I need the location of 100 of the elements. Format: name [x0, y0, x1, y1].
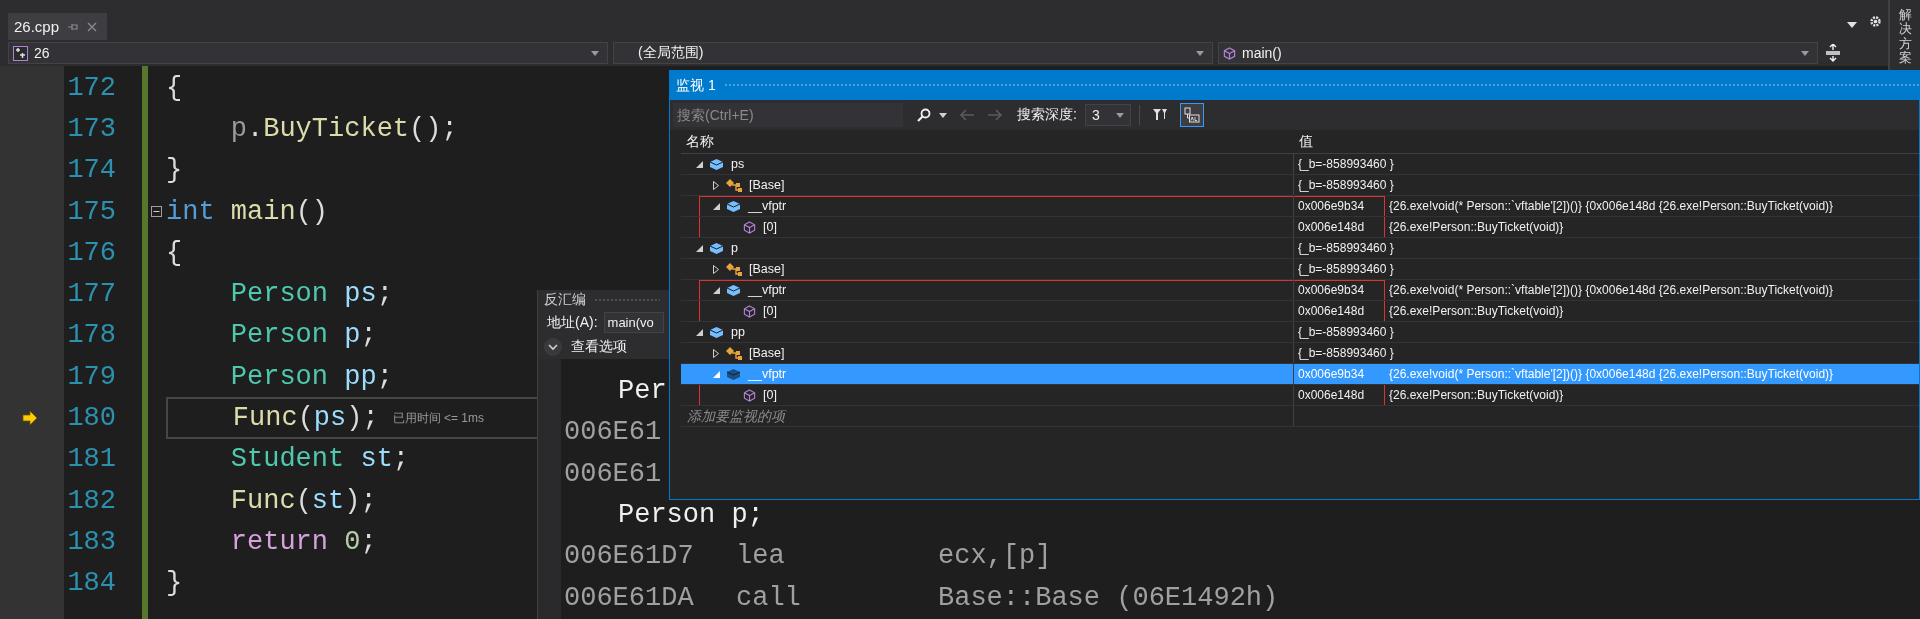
watch-name: __vfptr: [748, 367, 787, 381]
code-line: }: [166, 568, 183, 599]
watch-address: 0x006e9b34: [1298, 199, 1366, 213]
code-line: }: [166, 155, 183, 186]
code-line: p.BuyTicket();: [229, 113, 458, 144]
watch-row[interactable]: __vfptr 0x006e9b34 {26.exe!void(* Person::`vftable'[2])()} {0x006e148d {26.exe!Person::BuyTicket(void)}: [681, 196, 1919, 217]
watch-value: {26.exe!void(* Person::`vftable'[2])()} {0x006e148d {26.exe!Person::BuyTicket(void)}: [1389, 199, 1834, 213]
watch-address: 0x006e9b34: [1298, 283, 1366, 297]
instruction-operand: Base::Base (06E1492h): [938, 584, 1279, 612]
instruction-mnemonic: call: [736, 584, 802, 612]
line-number: 183: [66, 526, 116, 557]
caret-icon: [1196, 50, 1204, 56]
scope-dropdown[interactable]: 26: [8, 42, 608, 64]
watch-value: {_b=-858993460 }: [1298, 241, 1394, 255]
address-field[interactable]: main(vo: [603, 312, 664, 334]
watch-name: [Base]: [749, 262, 785, 276]
add-watch-field[interactable]: 添加要监视的项: [687, 408, 987, 424]
code-line: int main(): [166, 196, 329, 227]
dropdown-arrow-icon[interactable]: [1847, 22, 1857, 28]
watch-address: 0x006e148d: [1298, 388, 1366, 402]
watch-row[interactable]: [Base] {_b=-858993460 }: [681, 175, 1919, 196]
perf-tip[interactable]: 已用时间 <= 1ms: [392, 409, 484, 427]
source-line: Person p;: [617, 502, 764, 529]
watch-name: [0]: [763, 220, 777, 234]
watch-name: __vfptr: [748, 283, 787, 297]
drag-grip[interactable]: [723, 83, 1919, 88]
cube-icon: [709, 241, 724, 255]
close-icon[interactable]: [87, 21, 98, 32]
scope-dropdown[interactable]: main(): [1218, 42, 1818, 64]
collapsed-icon[interactable]: [713, 180, 719, 190]
code-line: {: [166, 237, 183, 268]
column-header[interactable]: 值: [1294, 132, 1313, 151]
watch-row[interactable]: __vfptr 0x006e9b34 {26.exe!void(* Person::`vftable'[2])()} {0x006e148d {26.exe!Person::BuyTicket(void)}: [681, 280, 1919, 301]
line-number: 176: [66, 237, 116, 268]
code-line: {: [166, 72, 183, 103]
watch-value: {26.exe!Person::BuyTicket(void)}: [1389, 220, 1564, 234]
class-hierarchy-icon: [726, 177, 742, 193]
code-line: Func(st);: [229, 485, 377, 516]
watch-row[interactable]: [0] 0x006e148d {26.exe!Person::BuyTicket(void)}: [681, 385, 1919, 406]
solution-explorer-tab[interactable]: 解决方案: [1898, 8, 1912, 66]
line-number: 181: [66, 444, 116, 475]
watch-value: {_b=-858993460 }: [1298, 157, 1394, 171]
format-toggle-button[interactable]: [1179, 103, 1204, 127]
format-icon: [1183, 107, 1200, 123]
watch-row[interactable]: pp {_b=-858993460 }: [681, 322, 1919, 343]
settings-icon[interactable]: [1869, 15, 1882, 28]
source-line: Per: [617, 377, 667, 405]
code-line: Func(ps);: [231, 403, 379, 433]
caret-icon: [1801, 50, 1809, 56]
watch-name: [Base]: [749, 178, 785, 192]
pin-icon[interactable]: [67, 21, 80, 32]
search-field[interactable]: 搜索(Ctrl+E): [673, 103, 903, 127]
watch-value: {26.exe!Person::BuyTicket(void)}: [1389, 388, 1564, 402]
cube-icon: [726, 199, 741, 213]
watch-address: 0x006e148d: [1298, 220, 1366, 234]
watch-row[interactable]: ps {_b=-858993460 }: [681, 154, 1919, 175]
scope-dropdown[interactable]: (全局范围): [613, 42, 1213, 64]
instruction-address: 006E61: [563, 419, 663, 447]
code-line: Student st;: [229, 444, 410, 475]
caret-icon[interactable]: [939, 112, 947, 118]
file-tab[interactable]: 26.cpp: [8, 13, 108, 40]
caret-icon: [1115, 112, 1124, 118]
depth-label: 搜索深度:: [1017, 106, 1077, 124]
search-icon[interactable]: [917, 108, 931, 122]
filter-icon: [1151, 107, 1168, 123]
collapsed-icon[interactable]: [713, 348, 719, 358]
panel-title: 反汇编: [544, 291, 586, 310]
collapse-icon[interactable]: [151, 206, 162, 218]
collapsed-icon[interactable]: [713, 264, 719, 274]
line-number: 173: [66, 113, 116, 144]
watch-address: 0x006e9b34: [1298, 367, 1366, 381]
cube-outline-icon: [743, 220, 756, 234]
line-number: 179: [66, 361, 116, 392]
watch-name: [0]: [763, 388, 777, 402]
watch-row[interactable]: [0] 0x006e148d {26.exe!Person::BuyTicket(void)}: [681, 301, 1919, 322]
expanded-icon[interactable]: [695, 160, 703, 168]
expanded-icon[interactable]: [712, 202, 720, 210]
watch-row[interactable]: [Base] {_b=-858993460 }: [681, 259, 1919, 280]
cube-icon: [709, 325, 724, 339]
watch-name: pp: [731, 325, 745, 339]
window-title: 监视 1: [676, 76, 716, 95]
view-options-label[interactable]: 查看选项: [571, 337, 627, 356]
expanded-icon[interactable]: [712, 286, 720, 294]
expanded-icon[interactable]: [695, 244, 703, 252]
instruction-mnemonic: lea: [736, 543, 786, 571]
depth-dropdown[interactable]: 3: [1084, 104, 1131, 126]
watch-row[interactable]: [0] 0x006e148d {26.exe!Person::BuyTicket(void)}: [681, 217, 1919, 238]
watch-row[interactable]: p {_b=-858993460 }: [681, 238, 1919, 259]
column-header[interactable]: 名称: [681, 132, 1294, 151]
code-line: return 0;: [229, 526, 377, 557]
chevron-icon[interactable]: [543, 336, 563, 357]
instruction-address: 006E61DA: [563, 584, 695, 612]
code-line: Person pp;: [229, 361, 393, 392]
instruction-operand: ecx,[p]: [938, 543, 1052, 571]
class-hierarchy-icon: [726, 261, 742, 277]
project-icon: [13, 45, 28, 61]
line-number: 180: [66, 403, 116, 433]
caret-icon: [591, 50, 599, 56]
expanded-icon[interactable]: [695, 328, 703, 336]
split-icon[interactable]: [1825, 44, 1841, 62]
